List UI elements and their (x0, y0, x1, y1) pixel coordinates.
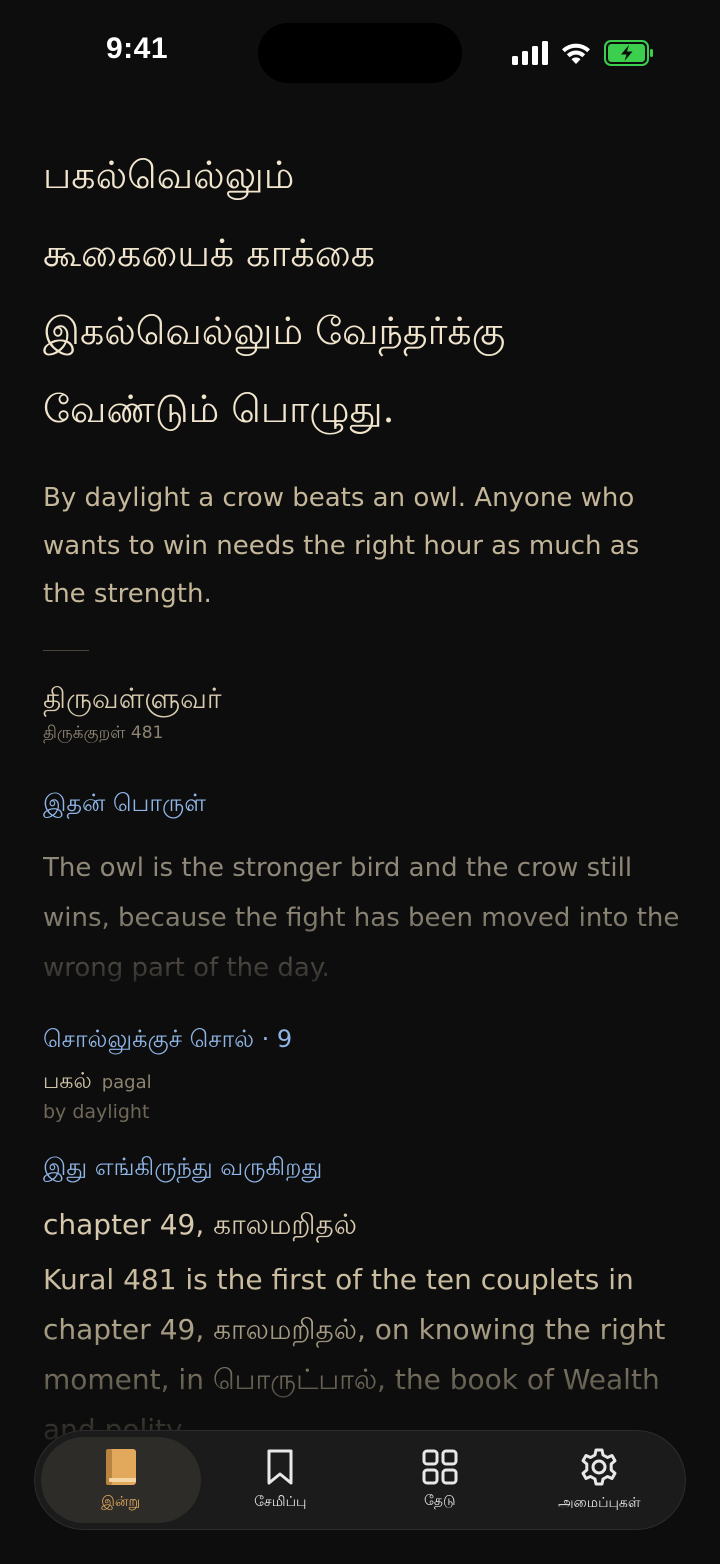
divider (43, 650, 89, 651)
daily-verse-content: பகல்வெல்லும் கூகையைக் காக்கை இகல்வெல்லும… (43, 136, 683, 1445)
tab-settings[interactable]: அமைப்புகள் (520, 1437, 680, 1523)
verse-line-2: கூகையைக் காக்கை (43, 231, 376, 275)
source-heading: இது எங்கிருந்து வருகிறது (43, 1153, 323, 1181)
status-bar: 9:41 (0, 0, 720, 104)
word-transliteration: pagal (101, 1072, 152, 1093)
wifi-icon (560, 41, 592, 65)
status-icons (512, 38, 654, 68)
gear-icon (579, 1447, 619, 1487)
tab-saved-label: சேமிப்பு (254, 1494, 307, 1510)
tab-saved[interactable]: சேமிப்பு (201, 1437, 361, 1523)
verse-line-1: பகல்வெல்லும் (43, 153, 295, 197)
verse-text: பகல்வெல்லும் கூகையைக் காக்கை இகல்வெல்லும… (43, 136, 683, 448)
tab-settings-label: அமைப்புகள் (558, 1495, 641, 1511)
verse-author: திருவள்ளுவர் (43, 682, 222, 715)
verse-line-3: இகல்வெல்லும் வேந்தர்க்கு (43, 309, 506, 353)
source-title: chapter 49, காலமறிதல் (43, 1208, 358, 1241)
battery-charging-icon (604, 40, 654, 66)
meaning-heading: இதன் பொருள் (43, 789, 206, 817)
dynamic-island (258, 23, 462, 83)
tab-today-label: இன்று (101, 1494, 141, 1510)
word-item[interactable]: பகல் pagal (43, 1069, 683, 1097)
meaning-text: The owl is the stronger bird and the cro… (43, 853, 680, 983)
tab-bar: இன்று சேமிப்பு தேடு அமைப்புகள் (34, 1430, 686, 1530)
status-time: 9:41 (106, 32, 169, 65)
cellular-signal-icon (512, 41, 548, 65)
word-by-word-heading[interactable]: சொல்லுக்குச் சொல் · 9 (43, 1019, 683, 1059)
word-tamil: பகல் (43, 1069, 92, 1094)
bookmark-icon (265, 1448, 295, 1486)
tab-today[interactable]: இன்று (41, 1437, 201, 1523)
book-icon (104, 1448, 138, 1486)
verse-translation: By daylight a crow beats an owl. Anyone … (43, 483, 640, 609)
source-text: Kural 481 is the first of the ten couple… (43, 1263, 666, 1445)
verse-line-4: வேண்டும் பொழுது. (43, 387, 395, 431)
tab-search[interactable]: தேடு (360, 1437, 520, 1523)
word-gloss: by daylight (43, 1101, 150, 1123)
tab-search-label: தேடு (423, 1493, 456, 1509)
verse-reference: திருக்குறள் 481 (43, 723, 164, 743)
grid-icon (422, 1449, 458, 1485)
